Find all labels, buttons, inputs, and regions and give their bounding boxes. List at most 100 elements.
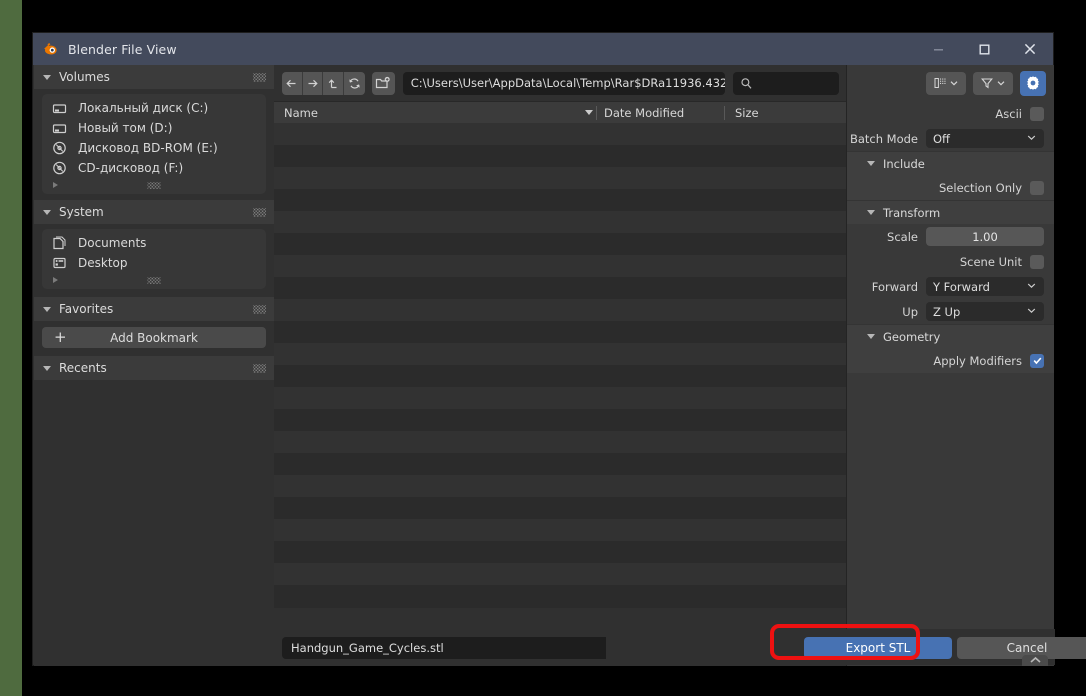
column-header-name[interactable]: Name <box>274 106 318 120</box>
drag-grip-icon[interactable] <box>148 277 161 284</box>
drag-grip-icon[interactable] <box>253 305 266 314</box>
sidebar-section-volumes-body: Локальный диск (C:) Новый том (D:) Диско… <box>42 94 266 194</box>
sidebar-section-volumes-header[interactable]: Volumes <box>34 65 274 89</box>
table-row[interactable] <box>274 585 847 607</box>
display-mode-button[interactable] <box>926 72 966 95</box>
table-row[interactable] <box>274 387 847 409</box>
scene-unit-checkbox[interactable] <box>1030 255 1044 269</box>
table-row[interactable] <box>274 431 847 453</box>
section-include-header[interactable]: Include <box>847 151 1054 175</box>
sidebar-section-recents-header[interactable]: Recents <box>34 356 274 380</box>
sidebar-section-system-header[interactable]: System <box>34 200 274 224</box>
table-row[interactable] <box>274 211 847 233</box>
drag-grip-icon[interactable] <box>253 364 266 373</box>
table-row[interactable] <box>274 321 847 343</box>
sidebar-item-volume[interactable]: Дисковод BD-ROM (E:) <box>42 138 266 158</box>
up-dropdown[interactable]: Z Up <box>926 302 1044 321</box>
blender-logo-icon <box>43 41 59 57</box>
panel-resize-handle[interactable] <box>1022 655 1048 666</box>
triangle-down-icon[interactable] <box>585 110 593 115</box>
sidebar-section-title: Volumes <box>59 70 110 84</box>
section-title: Geometry <box>883 330 940 344</box>
table-row[interactable] <box>274 343 847 365</box>
sidebar-section-resize-footer[interactable] <box>42 273 266 287</box>
cancel-button[interactable]: Cancel <box>957 637 1086 659</box>
filter-button[interactable] <box>973 72 1013 95</box>
table-row[interactable] <box>274 299 847 321</box>
table-row[interactable] <box>274 563 847 585</box>
table-row[interactable] <box>274 475 847 497</box>
table-row[interactable] <box>274 145 847 167</box>
forward-dropdown[interactable]: Y Forward <box>926 277 1044 296</box>
table-row[interactable] <box>274 123 847 145</box>
section-title: Include <box>883 157 925 171</box>
section-title: Transform <box>883 206 940 220</box>
column-divider[interactable] <box>724 106 725 120</box>
back-button[interactable] <box>282 72 303 95</box>
forward-button[interactable] <box>303 72 324 95</box>
drag-grip-icon[interactable] <box>253 73 266 82</box>
section-transform-header[interactable]: Transform <box>847 200 1054 224</box>
table-row[interactable] <box>274 233 847 255</box>
documents-icon <box>52 235 70 251</box>
batch-mode-dropdown[interactable]: Off <box>926 129 1044 148</box>
table-row[interactable] <box>274 365 847 387</box>
table-row[interactable] <box>274 497 847 519</box>
table-row[interactable] <box>274 453 847 475</box>
scale-row: Scale 1.00 <box>847 224 1054 249</box>
sidebar-item-documents[interactable]: Documents <box>42 233 266 253</box>
minimize-button[interactable] <box>915 33 961 65</box>
new-folder-button[interactable] <box>372 72 395 95</box>
parent-directory-button[interactable] <box>323 72 344 95</box>
sidebar-section-resize-footer[interactable] <box>42 178 266 192</box>
export-stl-button[interactable]: Export STL <box>804 637 952 659</box>
ascii-checkbox[interactable] <box>1030 107 1044 121</box>
triangle-down-icon <box>43 366 51 371</box>
refresh-button[interactable] <box>344 72 365 95</box>
table-row[interactable] <box>274 189 847 211</box>
window-titlebar: Blender File View <box>33 33 1053 65</box>
scale-number-field[interactable]: 1.00 <box>926 227 1044 246</box>
sidebar-section-favorites-header[interactable]: Favorites <box>34 297 274 321</box>
chevron-up-icon <box>1028 655 1043 665</box>
gear-icon <box>1025 75 1041 91</box>
table-row[interactable] <box>274 277 847 299</box>
disc-drive-icon <box>52 140 70 156</box>
refresh-icon <box>347 76 362 91</box>
sidebar-item-label: Documents <box>78 236 146 250</box>
file-name-value: Handgun_Game_Cycles.stl <box>291 641 444 655</box>
table-row[interactable] <box>274 167 847 189</box>
apply-modifiers-checkbox[interactable] <box>1030 354 1044 368</box>
disc-drive-icon <box>52 160 70 176</box>
close-button[interactable] <box>1007 33 1053 65</box>
add-bookmark-button[interactable]: + Add Bookmark <box>42 327 266 348</box>
sidebar-section-system-body: Documents Desktop <box>42 229 266 289</box>
chevron-down-icon <box>1026 132 1037 146</box>
table-row[interactable] <box>274 255 847 277</box>
ascii-option-row: Ascii <box>847 101 1054 126</box>
table-row[interactable] <box>274 541 847 563</box>
sidebar-item-volume[interactable]: Новый том (D:) <box>42 118 266 138</box>
column-header-date-modified[interactable]: Date Modified <box>604 106 684 120</box>
column-divider[interactable] <box>596 106 597 120</box>
sidebar-item-volume[interactable]: CD-дисковод (F:) <box>42 158 266 178</box>
drag-grip-icon[interactable] <box>253 208 266 217</box>
triangle-down-icon <box>867 210 875 215</box>
maximize-button[interactable] <box>961 33 1007 65</box>
directory-path-input[interactable]: C:\Users\User\AppData\Local\Temp\Rar$DRa… <box>403 72 726 95</box>
section-geometry-header[interactable]: Geometry <box>847 324 1054 348</box>
table-row[interactable] <box>274 519 847 541</box>
file-list-rows[interactable] <box>274 123 847 608</box>
up-label: Up <box>902 305 918 319</box>
hard-drive-icon <box>52 120 70 136</box>
sidebar-item-desktop[interactable]: Desktop <box>42 253 266 273</box>
sidebar-item-volume[interactable]: Локальный диск (C:) <box>42 98 266 118</box>
table-row[interactable] <box>274 409 847 431</box>
checkmark-icon <box>1032 355 1043 366</box>
options-settings-button[interactable] <box>1020 71 1046 96</box>
column-header-size[interactable]: Size <box>735 106 759 120</box>
search-input[interactable] <box>733 72 839 95</box>
selection-only-checkbox[interactable] <box>1030 181 1044 195</box>
scene-unit-row: Scene Unit <box>847 249 1054 274</box>
drag-grip-icon[interactable] <box>148 182 161 189</box>
